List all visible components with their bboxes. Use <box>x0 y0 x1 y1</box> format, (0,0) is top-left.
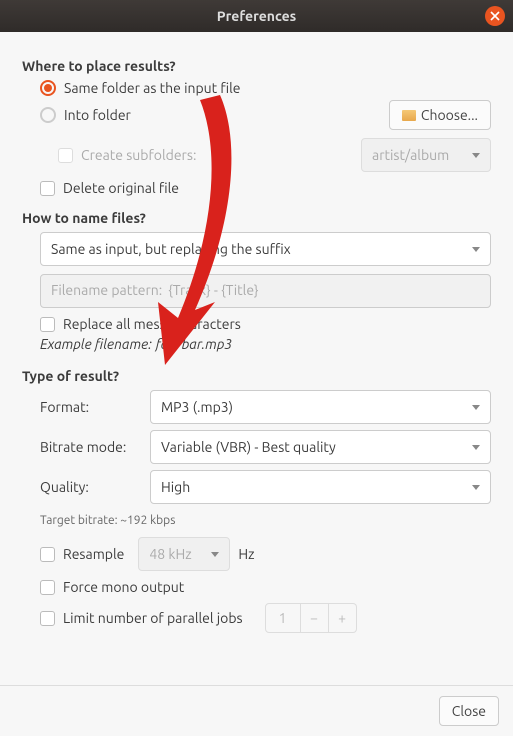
into-folder-label: Into folder <box>64 107 131 123</box>
quality-value: High <box>161 479 190 495</box>
format-value: MP3 (.mp3) <box>161 399 233 415</box>
footer: Close <box>0 685 513 736</box>
resample-label: Resample <box>63 546 124 562</box>
chevron-down-icon <box>472 405 480 410</box>
pattern-input: Filename pattern: {Track} - {Title} <box>40 274 491 308</box>
example-value: foo/bar.mp3 <box>156 336 232 352</box>
chevron-down-icon <box>472 445 480 450</box>
choose-button[interactable]: Choose... <box>389 100 491 130</box>
result-heading: Type of result? <box>22 368 491 384</box>
resample-select[interactable]: 48 kHz <box>138 537 230 571</box>
radio-same-folder[interactable] <box>40 80 56 96</box>
subfolder-pattern-value: artist/album <box>372 147 449 163</box>
close-button-label: Close <box>452 703 486 719</box>
jobs-stepper[interactable]: 1 − + <box>265 603 357 633</box>
minus-icon[interactable]: − <box>301 603 329 633</box>
titlebar: Preferences <box>0 0 513 32</box>
delete-original-label: Delete original file <box>63 180 179 196</box>
subfolder-pattern-select[interactable]: artist/album <box>361 138 491 172</box>
folder-icon <box>402 110 416 121</box>
bitrate-mode-value: Variable (VBR) - Best quality <box>161 439 336 455</box>
jobs-value: 1 <box>265 603 301 633</box>
example-label: Example filename: <box>40 336 152 352</box>
replace-messy-label: Replace all messy characters <box>63 316 241 332</box>
chevron-down-icon <box>472 485 480 490</box>
chevron-down-icon <box>211 552 219 557</box>
checkbox-limit-jobs[interactable] <box>40 611 55 626</box>
close-button[interactable]: Close <box>439 696 499 726</box>
force-mono-label: Force mono output <box>63 579 184 595</box>
same-folder-label: Same folder as the input file <box>64 80 241 96</box>
plus-icon[interactable]: + <box>329 603 357 633</box>
naming-heading: How to name files? <box>22 210 491 226</box>
window-title: Preferences <box>217 8 297 24</box>
format-select[interactable]: MP3 (.mp3) <box>150 390 491 424</box>
limit-jobs-label: Limit number of parallel jobs <box>63 610 243 626</box>
chevron-down-icon <box>472 247 480 252</box>
pattern-value: {Track} - {Title} <box>168 282 258 300</box>
format-label: Format: <box>40 399 150 415</box>
checkbox-force-mono[interactable] <box>40 580 55 595</box>
checkbox-create-subfolders[interactable] <box>58 148 73 163</box>
choose-label: Choose... <box>421 107 478 123</box>
checkbox-replace-messy[interactable] <box>40 317 55 332</box>
naming-mode-value: Same as input, but replacing the suffix <box>51 241 291 257</box>
chevron-down-icon <box>472 153 480 158</box>
pattern-label: Filename pattern: <box>51 282 162 300</box>
create-subfolders-label: Create subfolders: <box>81 147 196 163</box>
checkbox-resample[interactable] <box>40 547 55 562</box>
bitrate-mode-select[interactable]: Variable (VBR) - Best quality <box>150 430 491 464</box>
resample-value: 48 kHz <box>149 546 191 562</box>
bitrate-mode-label: Bitrate mode: <box>40 439 150 455</box>
checkbox-delete-original[interactable] <box>40 181 55 196</box>
hz-label: Hz <box>238 546 254 562</box>
radio-into-folder[interactable] <box>40 107 56 123</box>
target-bitrate: Target bitrate: ~192 kbps <box>40 514 491 527</box>
naming-mode-select[interactable]: Same as input, but replacing the suffix <box>40 232 491 266</box>
close-icon[interactable] <box>485 6 505 26</box>
placement-heading: Where to place results? <box>22 58 491 74</box>
quality-select[interactable]: High <box>150 470 491 504</box>
quality-label: Quality: <box>40 479 150 495</box>
